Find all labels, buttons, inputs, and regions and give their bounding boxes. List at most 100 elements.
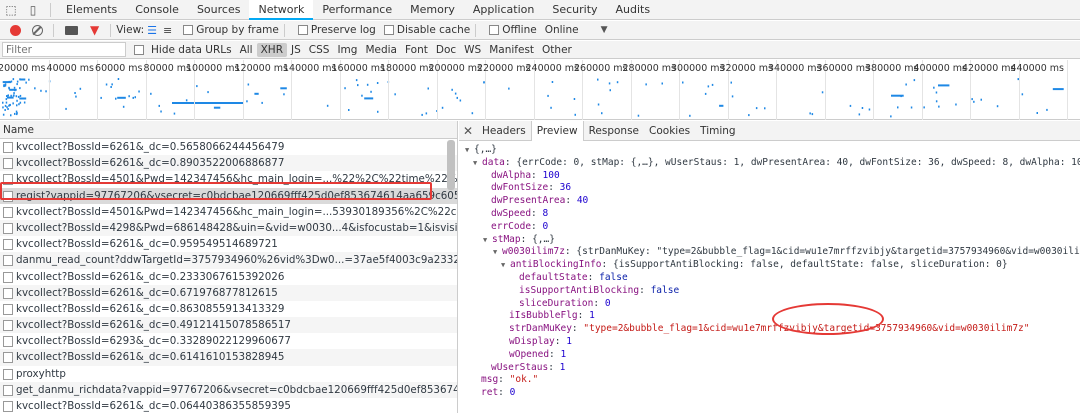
timeline-request-bar: [75, 95, 77, 98]
request-row[interactable]: kvcollect?BossId=6261&_dc=0.890352200688…: [0, 155, 457, 172]
throttling-select[interactable]: Online: [545, 24, 579, 36]
hide-data-urls-checkbox[interactable]: [134, 44, 144, 55]
filter-type-doc[interactable]: Doc: [432, 43, 460, 57]
filter-type-font[interactable]: Font: [401, 43, 432, 57]
timeline-request-bar: [150, 92, 152, 95]
tab-sources[interactable]: Sources: [188, 0, 250, 20]
group-by-frame-checkbox[interactable]: [183, 25, 194, 35]
request-row[interactable]: kvcollect?BossId=4501&Pwd=142347456&hc_m…: [0, 171, 457, 187]
request-row[interactable]: kvcollect?BossId=4298&Pwd=686148428&uin=…: [0, 219, 457, 237]
filter-input[interactable]: [2, 42, 126, 57]
tab-cookies[interactable]: Cookies: [644, 121, 695, 141]
clear-icon[interactable]: [32, 24, 43, 36]
large-rows-icon[interactable]: ☰: [147, 24, 157, 37]
tab-headers[interactable]: Headers: [477, 121, 531, 141]
filter-type-other[interactable]: Other: [538, 43, 576, 57]
overview-icon[interactable]: ≡: [163, 24, 172, 37]
tab-audits[interactable]: Audits: [607, 0, 660, 20]
close-icon[interactable]: ✕: [459, 124, 477, 138]
expanded-triangle-icon[interactable]: ▼: [501, 259, 510, 272]
record-icon[interactable]: [10, 24, 21, 36]
timeline-request-bar: [14, 112, 16, 115]
chevron-down-icon[interactable]: ▼: [601, 25, 608, 35]
tree-ret: ret: 0: [481, 387, 516, 399]
tree-w0030ilim7z[interactable]: ▼ w0030ilim7z: {strDanMuKey: "type=2&bubb…: [459, 246, 1080, 259]
request-row[interactable]: kvcollect?BossId=6261&_dc=0.959549514689…: [0, 236, 457, 252]
timeline-tick-label: 40000 ms: [46, 63, 94, 74]
timeline-request-bar: [23, 101, 26, 104]
timeline-request-bar: [996, 105, 999, 108]
filter-bar: Hide data URLs All XHR JS CSS Img Media …: [0, 41, 1080, 59]
filter-type-css[interactable]: CSS: [305, 43, 334, 57]
tab-console[interactable]: Console: [126, 0, 188, 20]
timeline-request-bar: [608, 82, 611, 85]
filter-type-xhr[interactable]: XHR: [256, 42, 287, 57]
request-row[interactable]: regist?vappid=97767206&vsecret=c0bdcbae1…: [0, 187, 457, 204]
request-row[interactable]: proxyhttp: [0, 366, 457, 382]
request-row[interactable]: kvcollect?BossId=6261&_dc=0.491214150785…: [0, 317, 457, 334]
timeline-tick-label: 420000 ms: [962, 63, 1016, 74]
request-row[interactable]: kvcollect?BossId=6261&_dc=0.863085591341…: [0, 301, 457, 317]
timeline-request-bar: [105, 83, 108, 86]
tab-network[interactable]: Network: [249, 0, 314, 20]
expanded-triangle-icon[interactable]: ▼: [493, 246, 502, 259]
filter-type-js[interactable]: JS: [287, 43, 305, 57]
tab-performance[interactable]: Performance: [313, 0, 401, 20]
preview-json-tree: ▼ {,…} ▼ data: {errCode: 0, stMap: {,…}, w…: [459, 141, 1080, 400]
tree-root[interactable]: ▼ {,…}: [459, 144, 1080, 157]
tab-response[interactable]: Response: [584, 121, 644, 141]
timeline-request-bar: [456, 96, 458, 99]
offline-checkbox[interactable]: [489, 25, 500, 35]
timeline-request-bar: [8, 104, 10, 107]
tab-elements[interactable]: Elements: [57, 0, 126, 20]
tab-application[interactable]: Application: [464, 0, 543, 20]
timeline-request-bar: [821, 91, 824, 94]
tree-stMap[interactable]: ▼ stMap: {,…}: [459, 234, 1080, 247]
tab-preview[interactable]: Preview: [530, 121, 584, 141]
tab-memory[interactable]: Memory: [401, 0, 464, 20]
disable-cache-checkbox[interactable]: [383, 25, 394, 35]
timeline-request-bar: [16, 113, 18, 116]
timeline-request-bar: [849, 104, 852, 107]
request-row[interactable]: kvcollect?BossId=6261&_dc=0.064403863558…: [0, 398, 457, 413]
request-row[interactable]: kvcollect?BossId=6261&_dc=0.233306761539…: [0, 269, 457, 285]
request-row[interactable]: kvcollect?BossId=4501&Pwd=142347456&hc_m…: [0, 204, 457, 220]
preserve-log-checkbox[interactable]: [297, 25, 308, 35]
inspect-element-icon[interactable]: ⬚: [0, 0, 22, 20]
request-list-scrollbar[interactable]: [447, 140, 455, 190]
request-row[interactable]: kvcollect?BossId=6261&_dc=0.565806624445…: [0, 139, 457, 155]
expanded-triangle-icon[interactable]: ▼: [473, 157, 482, 170]
filter-icon[interactable]: ▼: [90, 23, 99, 37]
timeline-overview[interactable]: 20000 ms 40000 ms 60000 ms 80000 ms 100000 m…: [0, 60, 1080, 120]
request-row[interactable]: kvcollect?BossId=6261&_dc=0.671976877812…: [0, 284, 457, 301]
request-detail-pane: ✕ Headers Preview Response Cookies Timin…: [459, 121, 1080, 413]
timeline-request-bar: [10, 80, 13, 83]
tree-data[interactable]: ▼ data: {errCode: 0, stMap: {,…}, wUserSt…: [459, 157, 1080, 170]
filter-type-media[interactable]: Media: [361, 43, 401, 57]
request-row[interactable]: kvcollect?BossId=6293&_dc=0.332890221299…: [0, 333, 457, 349]
tree-antiBlockingInfo[interactable]: ▼ antiBlockingInfo: {isSupportAntiBlockin…: [459, 259, 1080, 272]
request-row[interactable]: kvcollect?BossId=6261&_dc=0.614161015382…: [0, 349, 457, 366]
capture-screenshots-icon[interactable]: [65, 25, 78, 35]
expanded-triangle-icon[interactable]: ▼: [465, 144, 474, 157]
timeline-request-bar: [10, 94, 12, 97]
timeline-request-bar: [132, 96, 134, 99]
filter-type-manifest[interactable]: Manifest: [485, 43, 538, 57]
timeline-tick-label: 400000 ms: [913, 63, 968, 74]
filter-type-all[interactable]: All: [236, 43, 257, 57]
request-row[interactable]: get_danmu_richdata?vappid=97767206&vsecr…: [0, 381, 457, 398]
expanded-triangle-icon[interactable]: ▼: [483, 234, 492, 247]
device-toolbar-icon[interactable]: ▯: [22, 0, 44, 20]
timeline-request-bar: [7, 108, 9, 110]
tree-wDisplay: wDisplay: 1: [509, 335, 572, 347]
name-column-header[interactable]: Name: [0, 121, 457, 139]
filter-type-ws[interactable]: WS: [460, 43, 485, 57]
timeline-request-bar: [344, 87, 346, 90]
tab-timing[interactable]: Timing: [695, 121, 740, 141]
filter-type-img[interactable]: Img: [333, 43, 361, 57]
timeline-request-bar: [2, 106, 4, 109]
timeline-request-bar: [246, 100, 248, 103]
tab-security[interactable]: Security: [543, 0, 606, 20]
timeline-request-bar: [923, 106, 925, 109]
request-row[interactable]: danmu_read_count?ddwTargetId=3757934960%…: [0, 252, 457, 269]
